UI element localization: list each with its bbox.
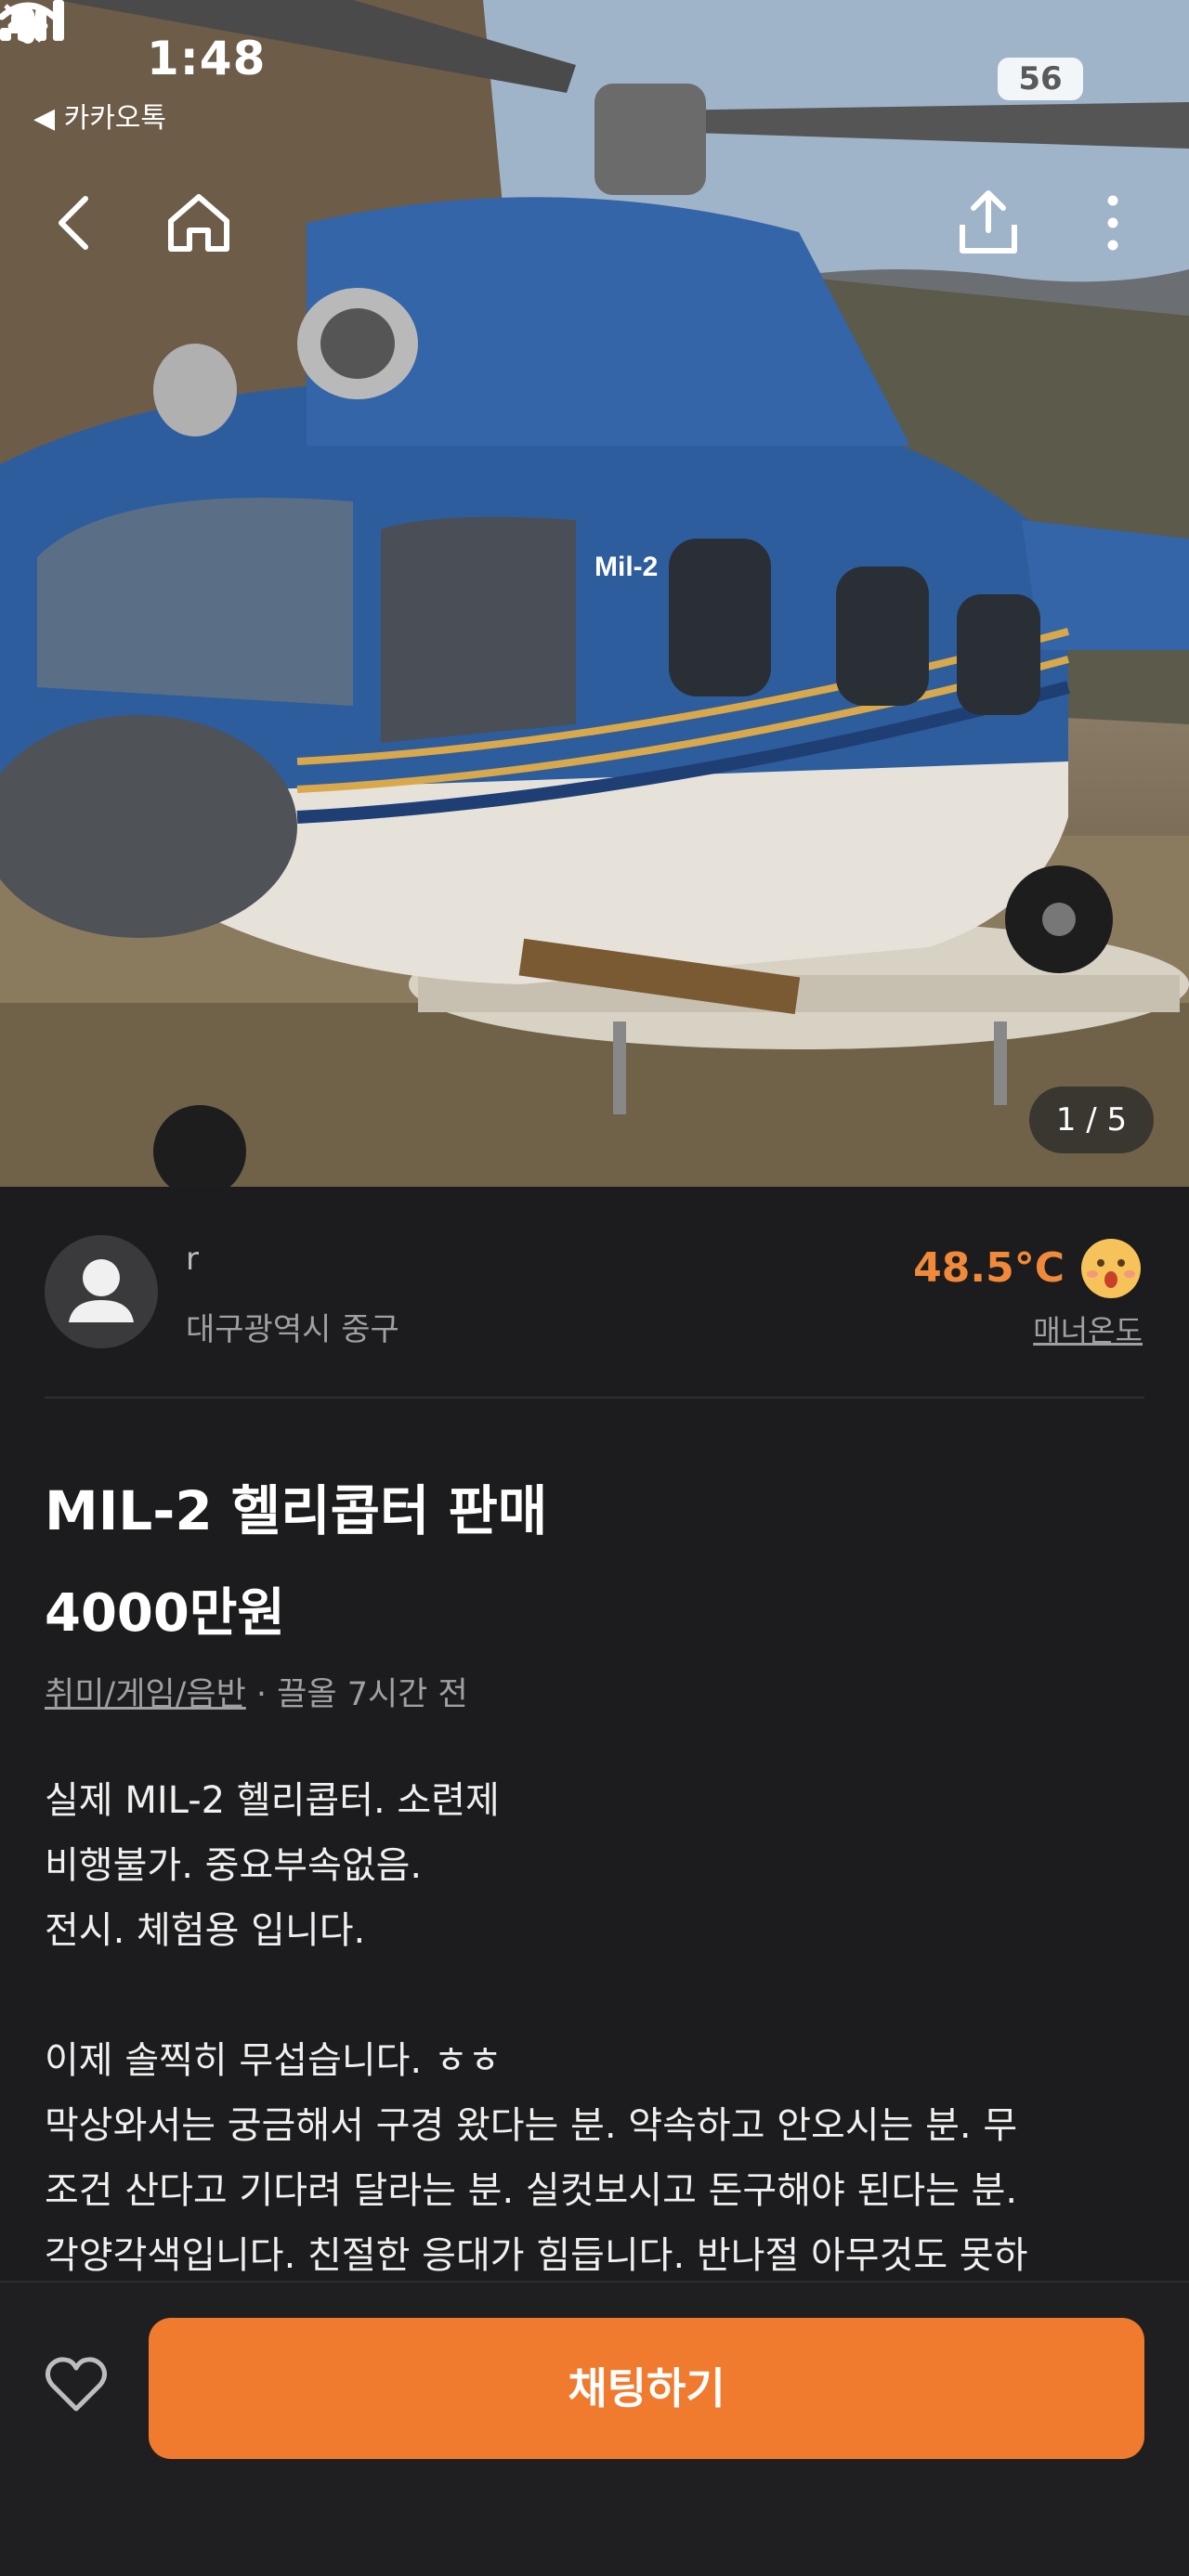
share-icon[interactable] xyxy=(953,188,1024,258)
divider xyxy=(45,1397,1144,1399)
home-icon[interactable] xyxy=(163,188,234,258)
description-line: 전시. 체험용 입니다. xyxy=(45,1909,366,1952)
bottom-action-bar: 채팅하기 xyxy=(0,2281,1189,2576)
description-line xyxy=(45,1963,1150,2028)
time-ago: · 끌올 7시간 전 xyxy=(245,1676,468,1713)
description-line: 비행불가. 중요부속없음. xyxy=(45,1844,423,1887)
description-line: 이제 솔찍히 무섭습니다. ㅎㅎ xyxy=(45,2039,503,2082)
description-line: 조건 산다고 기다려 달라는 분. 실컷보시고 돈구해야 된다는 분. xyxy=(45,2169,1018,2212)
status-time: 1:48 xyxy=(147,32,267,85)
listing-meta: 취미/게임/음반 · 끌올 7시간 전 xyxy=(45,1668,468,1715)
seller-name[interactable]: r xyxy=(186,1241,199,1278)
back-to-app-link[interactable]: ◀ 카카오톡 xyxy=(33,95,166,136)
helicopter-photo: Mil-2 xyxy=(0,0,1189,1187)
manner-temperature-label[interactable]: 매너온도 xyxy=(1033,1308,1143,1350)
description-line: 각양각색입니다. 친절한 응대가 힘듭니다. 반나절 아무것도 못하 xyxy=(45,2234,1028,2277)
battery-indicator: 56 xyxy=(998,58,1083,100)
back-arrow-icon[interactable] xyxy=(41,188,111,258)
surprised-face-icon xyxy=(1081,1239,1141,1298)
chat-button[interactable]: 채팅하기 xyxy=(149,2318,1144,2459)
seller-section[interactable]: r 대구광역시 중구 48.5°C 매너온도 xyxy=(0,1187,1189,1400)
product-image[interactable]: Mil-2 1:48 ◀ 카카오톡 56 1 / 5 xyxy=(0,0,1189,1187)
aircraft-label: Mil-2 xyxy=(594,552,658,582)
listing-description: 실제 MIL-2 헬리콥터. 소련제 비행불가. 중요부속없음. 전시. 체험용… xyxy=(45,1768,1150,2288)
wifi-icon xyxy=(0,2,56,44)
avatar[interactable] xyxy=(45,1235,158,1348)
description-line: 실제 MIL-2 헬리콥터. 소련제 xyxy=(45,1779,500,1822)
seller-location: 대구광역시 중구 xyxy=(186,1311,399,1348)
user-avatar-icon xyxy=(69,1259,134,1322)
more-options-icon[interactable] xyxy=(1078,188,1148,258)
listing-price: 4000만원 xyxy=(45,1583,285,1644)
image-counter: 1 / 5 xyxy=(1029,1086,1154,1153)
heart-icon[interactable] xyxy=(43,2351,110,2418)
listing-title: MIL-2 헬리콥터 판매 xyxy=(45,1479,548,1542)
category-link[interactable]: 취미/게임/음반 xyxy=(45,1676,246,1713)
description-line: 막상와서는 궁금해서 구경 왔다는 분. 약속하고 안오시는 분. 무 xyxy=(45,2104,1018,2147)
manner-temperature: 48.5°C xyxy=(913,1244,1065,1292)
